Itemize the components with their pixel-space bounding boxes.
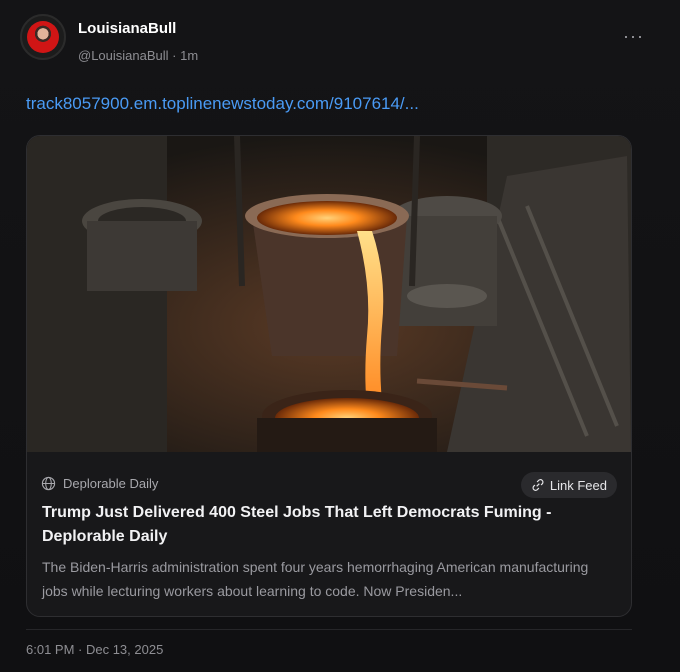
divider xyxy=(26,629,632,630)
globe-icon xyxy=(41,476,56,491)
author-handle[interactable]: @LouisianaBull xyxy=(78,48,169,63)
card-description: The Biden-Harris administration spent fo… xyxy=(42,559,589,599)
more-horizontal-icon[interactable]: ··· xyxy=(623,26,644,47)
link-preview-card[interactable]: Deplorable Daily Link Feed Trump Just De… xyxy=(26,135,632,617)
time-ago[interactable]: 1m xyxy=(180,48,198,63)
avatar-image xyxy=(27,21,59,53)
post-header: LouisianaBull @LouisianaBull · 1m ··· xyxy=(20,14,660,64)
avatar[interactable] xyxy=(20,14,66,60)
separator: · xyxy=(172,48,177,63)
card-title[interactable]: Trump Just Delivered 400 Steel Jobs That… xyxy=(42,501,601,549)
link-feed-button[interactable]: Link Feed xyxy=(520,472,617,498)
post-link[interactable]: track8057900.em.toplinenewstoday.com/910… xyxy=(26,94,419,114)
handle-line: @LouisianaBull · 1m xyxy=(78,48,198,63)
post: LouisianaBull @LouisianaBull · 1m ··· tr… xyxy=(0,0,680,672)
molten-steel-photo xyxy=(27,136,631,452)
link-feed-label: Link Feed xyxy=(549,477,607,493)
post-timestamp[interactable]: 6:01 PM · Dec 13, 2025 xyxy=(26,642,163,657)
display-name[interactable]: LouisianaBull xyxy=(78,20,176,37)
card-meta: Deplorable Daily Link Feed xyxy=(41,472,617,498)
card-source: Deplorable Daily xyxy=(63,476,159,491)
link-icon xyxy=(532,479,544,491)
